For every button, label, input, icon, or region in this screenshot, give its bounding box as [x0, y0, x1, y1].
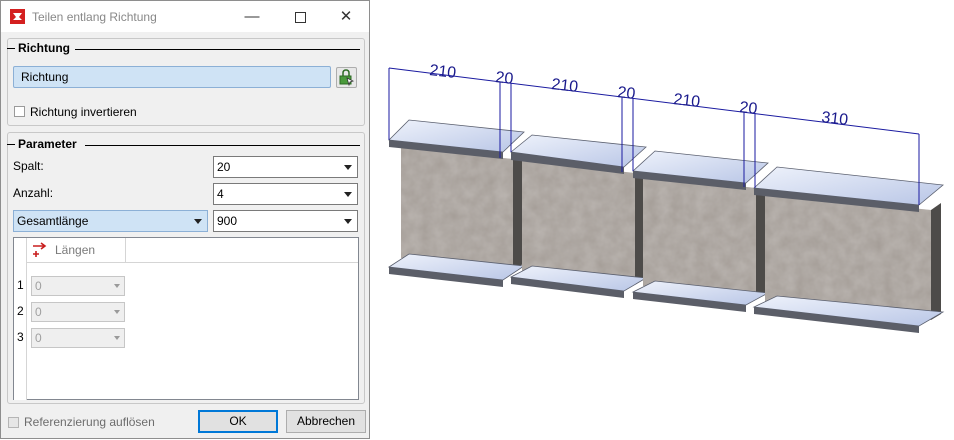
row-number: 3 [17, 330, 24, 344]
cancel-button[interactable]: Abbrechen [286, 410, 366, 433]
split-dialog: Teilen entlang Richtung — ✕ Richtung Ric… [0, 0, 370, 439]
spalt-label: Spalt: [13, 159, 44, 173]
dimension-label: 210 [551, 76, 580, 96]
beam-segment-4[interactable] [752, 166, 945, 333]
pick-direction-button[interactable] [336, 67, 357, 88]
beam-segment-1[interactable] [387, 119, 526, 287]
parameter-section-header: Parameter [7, 137, 365, 155]
dimension-label: 20 [739, 99, 759, 118]
richtung-section-header: Richtung [7, 41, 365, 59]
row-number: 2 [17, 304, 24, 318]
mode-select[interactable]: Gesamtlänge [13, 210, 208, 232]
chevron-down-icon [344, 219, 352, 224]
reference-label: Referenzierung auflösen [24, 415, 155, 429]
chevron-down-icon [344, 165, 352, 170]
spalt-value: 20 [217, 160, 231, 174]
invert-direction-label: Richtung invertieren [30, 105, 137, 119]
lengths-table: Längen 1 2 3 0 0 0 [13, 237, 359, 400]
title-bar: Teilen entlang Richtung — ✕ [1, 1, 369, 32]
length-value: 0 [35, 331, 42, 345]
minimize-button[interactable]: — [229, 3, 275, 31]
pick-direction-icon [339, 69, 355, 87]
close-icon: ✕ [339, 8, 353, 25]
direction-field[interactable]: Richtung [13, 66, 331, 88]
chevron-down-icon [114, 284, 120, 288]
dimension-label: 210 [673, 91, 702, 111]
window-title: Teilen entlang Richtung [32, 10, 157, 24]
mode-value: Gesamtlänge [17, 214, 89, 228]
parameter-section-label: Parameter [18, 137, 77, 151]
minimize-icon: — [244, 8, 260, 25]
maximize-button[interactable] [277, 3, 323, 31]
dimension-labels: 210 20 210 20 210 20 310 [429, 62, 850, 129]
dimension-label: 20 [495, 69, 515, 88]
close-button[interactable]: ✕ [323, 3, 369, 31]
total-length-combo[interactable]: 900 [213, 210, 358, 232]
richtung-section-label: Richtung [18, 41, 70, 55]
length-value: 0 [35, 279, 42, 293]
length-arrow-icon [33, 242, 47, 257]
beam-segment-2[interactable] [509, 134, 648, 298]
chevron-down-icon [344, 192, 352, 197]
length-value: 0 [35, 305, 42, 319]
anzahl-value: 4 [217, 187, 224, 201]
beam-segment-3[interactable] [631, 150, 770, 312]
dimension-label: 210 [429, 62, 458, 82]
maximize-icon [294, 11, 306, 23]
app-icon [10, 9, 25, 24]
anzahl-combo[interactable]: 4 [213, 183, 358, 205]
viewport[interactable]: 210 20 210 20 210 20 310 [371, 0, 954, 440]
anzahl-label: Anzahl: [13, 186, 54, 200]
dimension-label: 310 [821, 109, 850, 129]
ok-button[interactable]: OK [198, 410, 278, 433]
row-number: 1 [17, 278, 24, 292]
length-cell-3[interactable]: 0 [31, 328, 125, 348]
length-cell-2[interactable]: 0 [31, 302, 125, 322]
column-header-label: Längen [55, 243, 96, 257]
reference-checkbox[interactable] [8, 417, 19, 428]
chevron-down-icon [114, 336, 120, 340]
length-cell-1[interactable]: 0 [31, 276, 125, 296]
spalt-combo[interactable]: 20 [213, 156, 358, 178]
table-header: Längen [14, 238, 358, 263]
invert-direction-checkbox[interactable] [14, 106, 25, 117]
chevron-down-icon [114, 310, 120, 314]
chevron-down-icon [194, 219, 202, 224]
column-header-laengen[interactable]: Längen [27, 238, 126, 262]
total-length-value: 900 [217, 214, 238, 228]
dimension-label: 20 [617, 84, 637, 103]
